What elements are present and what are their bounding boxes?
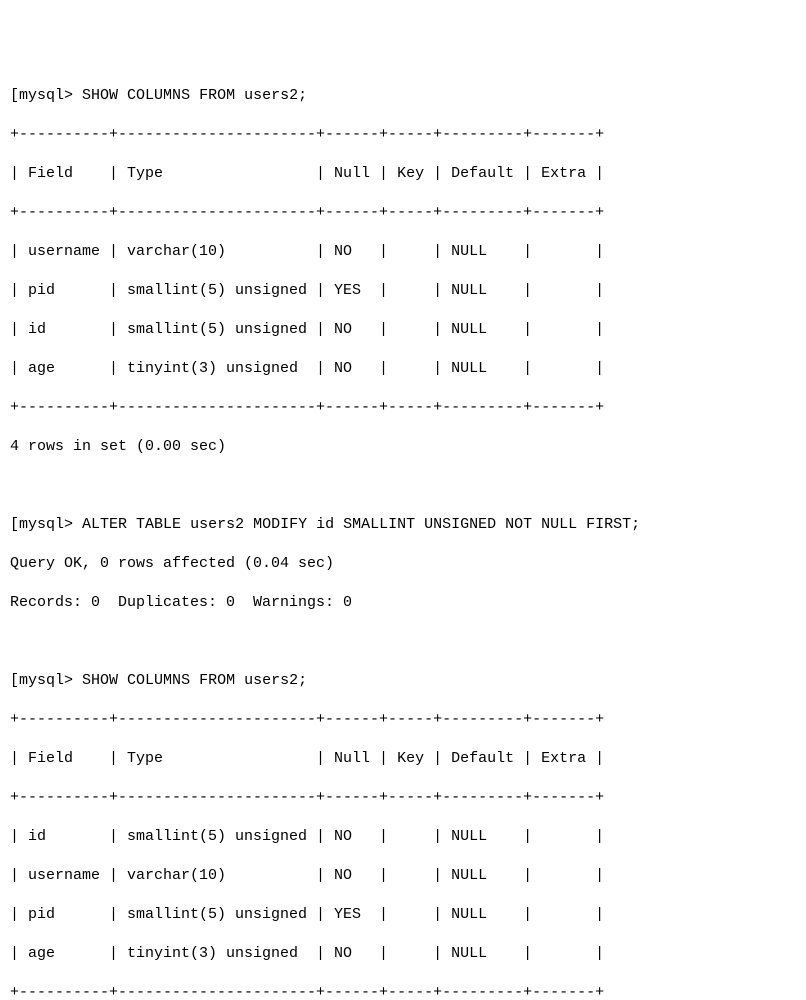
table-border: +----------+----------------------+-----… (10, 788, 796, 808)
blank-line (10, 632, 796, 652)
prompt-line[interactable]: [mysql> SHOW COLUMNS FROM users2; (10, 86, 796, 106)
table-row: | username | varchar(10) | NO | | NULL |… (10, 242, 796, 262)
query-ok-line: Query OK, 0 rows affected (0.04 sec) (10, 554, 796, 574)
terminal-output: [mysql> SHOW COLUMNS FROM users2; +-----… (10, 67, 796, 1000)
sql-command: SHOW COLUMNS FROM users2; (82, 87, 307, 104)
sql-command: SHOW COLUMNS FROM users2; (82, 672, 307, 689)
table-border: +----------+----------------------+-----… (10, 125, 796, 145)
table-row: | pid | smallint(5) unsigned | YES | | N… (10, 281, 796, 301)
table-row: | pid | smallint(5) unsigned | YES | | N… (10, 905, 796, 925)
blank-line (10, 476, 796, 496)
table-border: +----------+----------------------+-----… (10, 398, 796, 418)
table-header: | Field | Type | Null | Key | Default | … (10, 164, 796, 184)
prompt-line[interactable]: [mysql> SHOW COLUMNS FROM users2; (10, 671, 796, 691)
prompt-line[interactable]: [mysql> ALTER TABLE users2 MODIFY id SMA… (10, 515, 796, 535)
table-row: | age | tinyint(3) unsigned | NO | | NUL… (10, 944, 796, 964)
mysql-prompt: mysql> (19, 672, 73, 689)
table-border: +----------+----------------------+-----… (10, 710, 796, 730)
mysql-prompt: mysql> (19, 516, 73, 533)
table-row: | id | smallint(5) unsigned | NO | | NUL… (10, 320, 796, 340)
table-row: | username | varchar(10) | NO | | NULL |… (10, 866, 796, 886)
table-row: | id | smallint(5) unsigned | NO | | NUL… (10, 827, 796, 847)
sql-command: ALTER TABLE users2 MODIFY id SMALLINT UN… (82, 516, 640, 533)
table-border: +----------+----------------------+-----… (10, 983, 796, 1000)
table-row: | age | tinyint(3) unsigned | NO | | NUL… (10, 359, 796, 379)
table-header: | Field | Type | Null | Key | Default | … (10, 749, 796, 769)
records-line: Records: 0 Duplicates: 0 Warnings: 0 (10, 593, 796, 613)
table-border: +----------+----------------------+-----… (10, 203, 796, 223)
result-summary: 4 rows in set (0.00 sec) (10, 437, 796, 457)
mysql-prompt: mysql> (19, 87, 73, 104)
